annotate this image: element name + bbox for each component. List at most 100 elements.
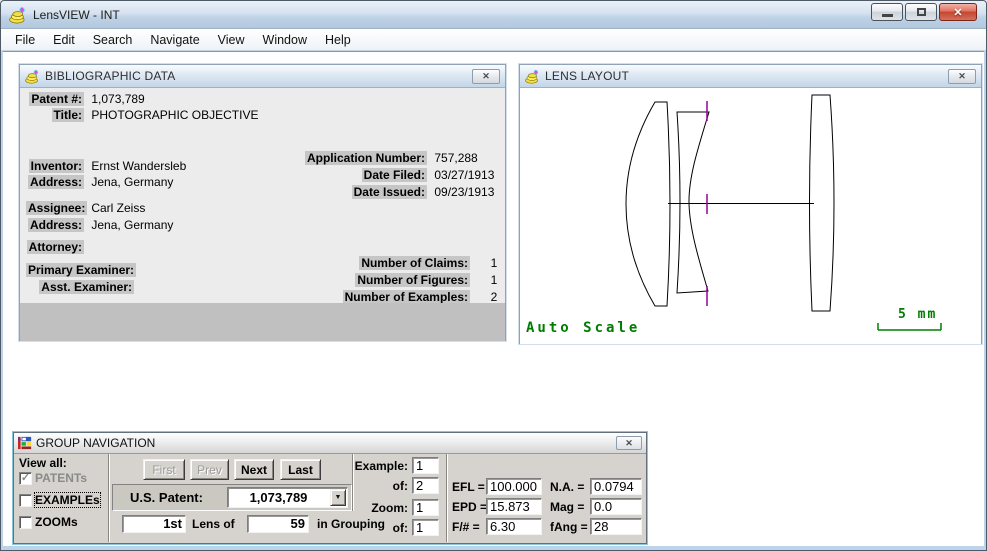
view-all-label: View all:	[19, 456, 67, 470]
bibliographic-close-button[interactable]	[472, 69, 500, 84]
bibliographic-window-icon	[25, 69, 40, 84]
bibliographic-titlebar[interactable]: BIBLIOGRAPHIC DATA	[20, 65, 505, 88]
lens-element-2	[677, 112, 709, 293]
main-window: LensVIEW - INT File Edit Search Navigate…	[0, 0, 987, 551]
group-navigation-content: View all: PATENTs EXAMPLEs ZOOMs	[14, 454, 646, 542]
fnumber-label: F/# =	[452, 520, 480, 534]
patents-checkbox-row[interactable]: PATENTs	[19, 471, 87, 485]
examples-value: 2	[473, 290, 497, 304]
efl-field[interactable]: 100.000	[486, 478, 542, 495]
fang-field[interactable]: 28	[590, 518, 642, 535]
epd-field[interactable]: 15.873	[486, 498, 542, 515]
zooms-checkbox[interactable]	[19, 516, 32, 529]
figures-value: 1	[473, 273, 497, 287]
date-filed-value: 03/27/1913	[434, 168, 494, 182]
inventor-address-label: Address:	[28, 175, 84, 189]
claims-value: 1	[473, 256, 497, 270]
next-button[interactable]: Next	[234, 459, 274, 480]
maximize-button[interactable]	[905, 3, 937, 21]
examples-checkbox-row[interactable]: EXAMPLEs	[19, 493, 100, 507]
lens-layout-window-icon	[525, 69, 540, 84]
zooms-checkbox-row[interactable]: ZOOMs	[19, 515, 78, 529]
assignee-address-row: Address: Jena, Germany	[26, 218, 173, 233]
date-filed-label: Date Filed:	[362, 168, 427, 182]
example-total-field[interactable]: 2	[412, 477, 439, 494]
window-title: LensVIEW - INT	[33, 8, 120, 22]
inventor-label: Inventor:	[29, 159, 84, 173]
menu-edit[interactable]: Edit	[44, 30, 84, 50]
view-all-panel: View all: PATENTs EXAMPLEs ZOOMs	[14, 454, 109, 542]
figures-row: Number of Figures: 1	[300, 273, 497, 288]
lens-layout-content: Auto Scale 5 mm	[520, 88, 981, 344]
menu-window[interactable]: Window	[254, 30, 316, 50]
fang-label: fAng =	[550, 520, 588, 534]
main-titlebar[interactable]: LensVIEW - INT	[1, 1, 986, 29]
fnumber-field[interactable]: 6.30	[486, 518, 542, 535]
group-navigation-title: GROUP NAVIGATION	[36, 436, 155, 450]
patent-number-value: 1,073,789	[91, 92, 144, 106]
menu-bar: File Edit Search Navigate View Window He…	[1, 29, 986, 51]
maximize-icon	[917, 8, 926, 16]
menu-search[interactable]: Search	[84, 30, 142, 50]
zoom-field[interactable]: 1	[412, 499, 439, 516]
efl-label: EFL =	[452, 480, 485, 494]
group-navigation-titlebar[interactable]: GROUP NAVIGATION	[14, 433, 646, 454]
lens-diagram	[520, 88, 981, 344]
auto-scale-label: Auto Scale	[526, 320, 640, 336]
lens-layout-title: LENS LAYOUT	[545, 69, 629, 83]
first-button[interactable]: First	[143, 459, 185, 480]
bibliographic-content: Patent #: 1,073,789 Title: PHOTOGRAPHIC …	[20, 88, 505, 341]
example-field[interactable]: 1	[412, 457, 439, 474]
patents-checkbox-label: PATENTs	[35, 471, 87, 485]
date-filed-row: Date Filed: 03/27/1913	[270, 168, 494, 183]
menu-help[interactable]: Help	[316, 30, 360, 50]
primary-examiner-row: Primary Examiner:	[26, 263, 138, 278]
dropdown-arrow-icon[interactable]	[330, 489, 346, 506]
lens-layout-titlebar[interactable]: LENS LAYOUT	[520, 65, 981, 88]
zooms-checkbox-label: ZOOMs	[35, 515, 78, 529]
menu-file[interactable]: File	[6, 30, 44, 50]
examples-checkbox[interactable]	[19, 494, 32, 507]
claims-row: Number of Claims: 1	[300, 256, 497, 271]
lens-total-field[interactable]: 59	[247, 515, 309, 533]
mdi-workspace: BIBLIOGRAPHIC DATA Patent #: 1,073,789 T…	[3, 51, 984, 546]
group-navigation-close-button[interactable]	[616, 436, 642, 450]
assignee-address-value: Jena, Germany	[91, 218, 173, 232]
claims-label: Number of Claims:	[359, 256, 470, 270]
patents-checkbox[interactable]	[19, 472, 32, 485]
group-navigation-window: GROUP NAVIGATION View all: PATENTs EXAMP…	[13, 432, 647, 544]
inventor-row: Inventor: Ernst Wandersleb	[26, 159, 186, 174]
us-patent-value: 1,073,789	[228, 488, 329, 507]
menu-view[interactable]: View	[209, 30, 254, 50]
last-button[interactable]: Last	[280, 459, 321, 480]
patent-title-label: Title:	[52, 108, 84, 122]
lens-layout-close-button[interactable]	[948, 69, 976, 84]
example-of-label: of:	[354, 479, 408, 493]
mag-label: Mag =	[550, 500, 584, 514]
patent-number-label: Patent #:	[29, 92, 84, 106]
assignee-row: Assignee: Carl Zeiss	[26, 201, 145, 216]
attorney-label: Attorney:	[27, 240, 84, 254]
patent-number-row: Patent #: 1,073,789	[26, 92, 145, 107]
us-patent-panel: U.S. Patent: 1,073,789	[112, 484, 352, 511]
bibliographic-title: BIBLIOGRAPHIC DATA	[45, 69, 176, 83]
bibliographic-footer-strip	[20, 303, 505, 341]
application-number-row: Application Number: 757,288	[270, 151, 478, 166]
figures-label: Number of Figures:	[355, 273, 470, 287]
minimize-button[interactable]	[871, 3, 903, 21]
lens-position-field[interactable]: 1st	[122, 515, 186, 533]
us-patent-label: U.S. Patent:	[130, 490, 203, 505]
prev-button[interactable]: Prev	[190, 459, 229, 480]
lens-element-1	[626, 102, 670, 306]
patent-title-row: Title: PHOTOGRAPHIC OBJECTIVE	[26, 108, 258, 123]
primary-examiner-label: Primary Examiner:	[26, 263, 136, 277]
zoom-total-field[interactable]: 1	[412, 519, 439, 536]
menu-navigate[interactable]: Navigate	[141, 30, 208, 50]
close-button[interactable]	[939, 3, 977, 21]
us-patent-combobox[interactable]: 1,073,789	[227, 487, 348, 508]
mag-field[interactable]: 0.0	[590, 498, 642, 515]
na-field[interactable]: 0.0794	[590, 478, 642, 495]
epd-label: EPD =	[452, 500, 487, 514]
inventor-address-value: Jena, Germany	[91, 175, 173, 189]
date-issued-label: Date Issued:	[352, 185, 427, 199]
